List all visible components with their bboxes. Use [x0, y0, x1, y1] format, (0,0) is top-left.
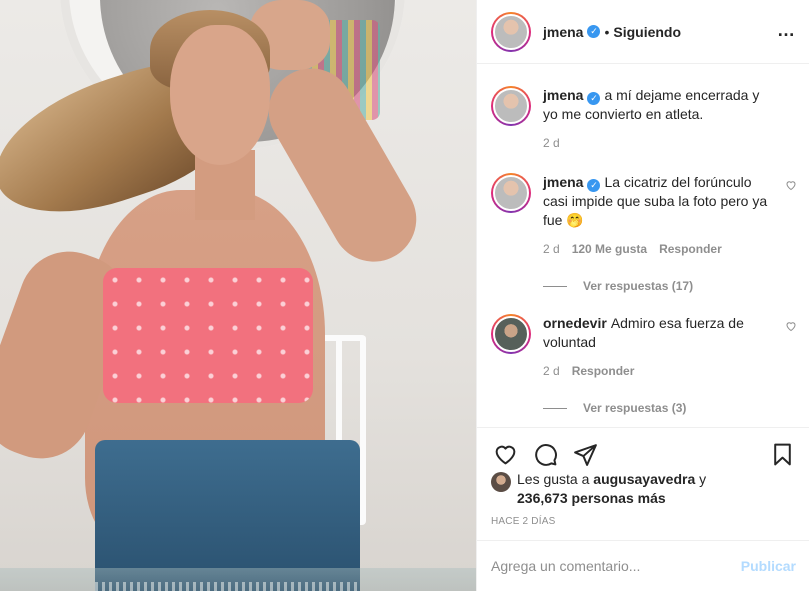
reply-button[interactable]: Responder	[659, 240, 722, 259]
comment-item: ornedevir Admiro esa fuerza de voluntad 2…	[491, 314, 801, 381]
post-sidebar: jmena ✓ • Siguiendo … jmena ✓ a mí dejame …	[476, 0, 809, 591]
caption-time: 2 d	[543, 136, 560, 150]
photo-pink-top	[103, 268, 313, 403]
heart-icon[interactable]	[491, 440, 519, 468]
verified-badge-icon: ✓	[587, 179, 601, 192]
photo-glass-table	[0, 568, 476, 591]
bookmark-icon[interactable]	[768, 440, 796, 468]
caption-meta: 2 d	[543, 134, 773, 153]
caption-avatar[interactable]	[491, 86, 531, 126]
comment-avatar[interactable]	[491, 314, 531, 354]
liker-avatar[interactable]	[491, 472, 511, 492]
comment-heart-icon[interactable]	[785, 179, 797, 191]
comment-meta: 2 d 120 Me gusta Responder	[543, 240, 773, 259]
caption-body: jmena ✓ a mí dejame encerrada y yo me conv…	[543, 86, 773, 153]
likes-summary: Les gusta a augusayavedra y 236,673 pers…	[491, 470, 801, 508]
photo-head	[170, 25, 270, 165]
comment-input[interactable]	[491, 558, 741, 574]
publish-button[interactable]: Publicar	[741, 558, 796, 574]
likes-text: Les gusta a augusayavedra y 236,673 pers…	[517, 470, 706, 508]
add-comment-bar: Publicar	[477, 540, 809, 591]
following-button[interactable]: Siguiendo	[613, 24, 681, 40]
action-icons	[491, 440, 796, 468]
avatar-image	[493, 175, 529, 211]
comment-meta: 2 d Responder	[543, 362, 773, 381]
comment-body: jmena ✓ La cicatriz del forúnculo casi imp…	[543, 173, 773, 259]
replies-line	[543, 285, 567, 287]
likes-prefix: Les gusta a	[517, 471, 590, 487]
verified-badge-icon: ✓	[587, 92, 601, 105]
comments-list[interactable]: jmena ✓ a mí dejame encerrada y yo me conv…	[477, 65, 809, 427]
comment-time: 2 d	[543, 364, 560, 378]
view-replies-label: Ver respuestas (3)	[583, 401, 687, 415]
verified-badge-icon: ✓	[587, 25, 601, 38]
post-timestamp[interactable]: HACE 2 DÍAS	[491, 516, 555, 527]
liker-username[interactable]: augusayavedra	[593, 471, 695, 487]
replies-line	[543, 407, 567, 409]
avatar-image	[493, 13, 529, 50]
action-bar	[477, 427, 809, 466]
avatar-image	[493, 316, 529, 352]
paper-plane-icon[interactable]	[571, 440, 599, 468]
instagram-post: jmena ✓ • Siguiendo … jmena ✓ a mí dejame …	[0, 0, 809, 591]
comment-likes[interactable]: 120 Me gusta	[572, 240, 647, 259]
caption: jmena ✓ a mí dejame encerrada y yo me conv…	[491, 86, 801, 153]
avatar-image	[493, 88, 529, 124]
comment-username[interactable]: jmena	[543, 174, 583, 190]
comment-username[interactable]: ornedevir	[543, 315, 607, 331]
view-replies-button[interactable]: Ver respuestas (3)	[543, 401, 686, 415]
comment-body: ornedevir Admiro esa fuerza de voluntad 2…	[543, 314, 773, 381]
more-options-icon[interactable]: …	[777, 20, 796, 41]
header-username[interactable]: jmena	[543, 24, 583, 40]
view-replies-button[interactable]: Ver respuestas (17)	[543, 279, 693, 293]
comment-item: jmena ✓ La cicatriz del forúnculo casi imp…	[491, 173, 801, 259]
header-separator: •	[604, 23, 610, 40]
avatar[interactable]	[491, 11, 531, 52]
post-photo[interactable]	[0, 0, 476, 591]
comment-time: 2 d	[543, 242, 560, 256]
reply-button[interactable]: Responder	[572, 362, 635, 381]
comment-icon[interactable]	[531, 440, 559, 468]
comment-heart-icon[interactable]	[785, 320, 797, 332]
post-header: jmena ✓ • Siguiendo …	[477, 0, 809, 64]
likes-conj: y	[699, 471, 707, 487]
caption-username[interactable]: jmena	[543, 87, 583, 103]
comment-avatar[interactable]	[491, 173, 531, 213]
view-replies-label: Ver respuestas (17)	[583, 279, 694, 293]
likes-count[interactable]: 236,673 personas más	[517, 490, 666, 506]
